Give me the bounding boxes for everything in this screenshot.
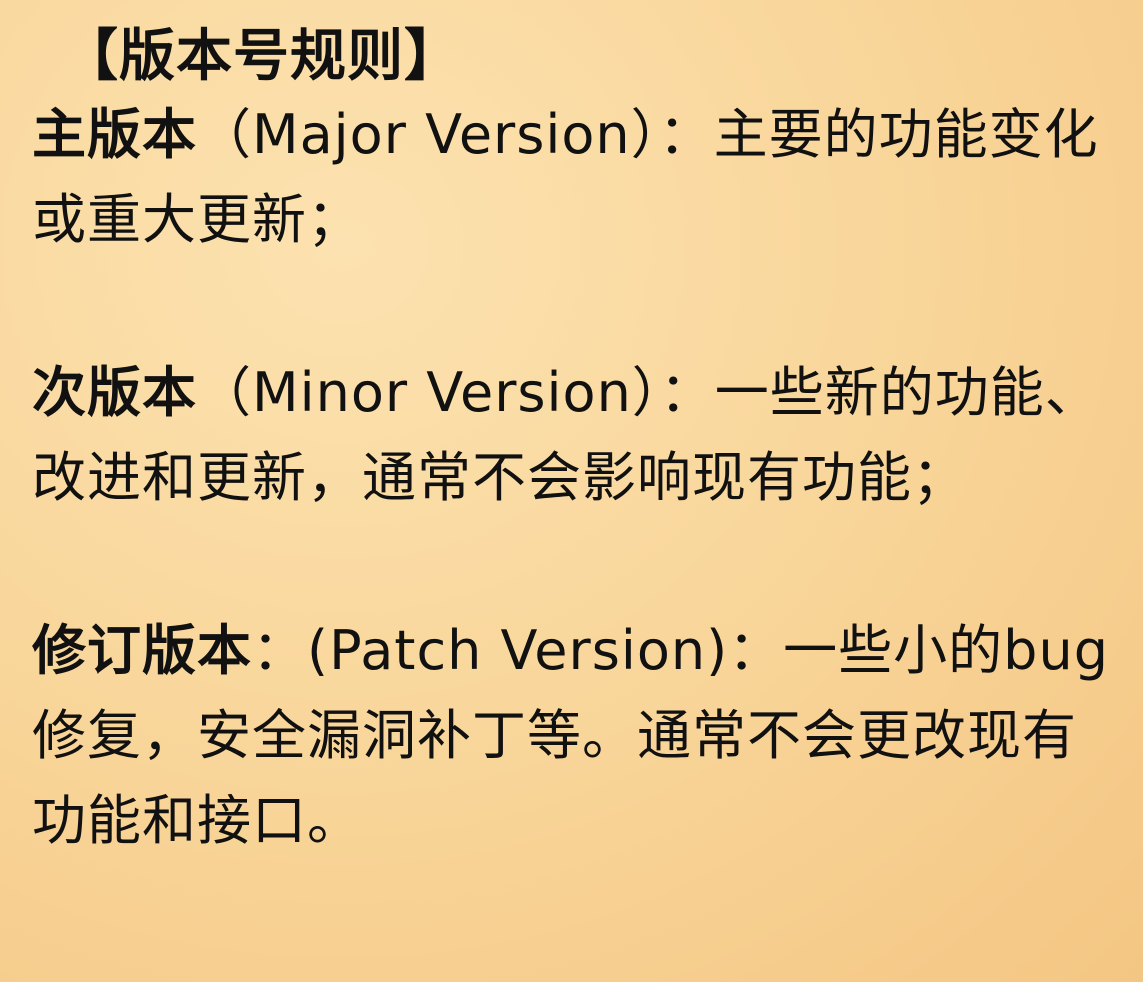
patch-version-heading: 修订版本 bbox=[32, 619, 252, 682]
slide: 【版本号规则】 主版本（Major Version）：主要的功能变化或重大更新；… bbox=[0, 0, 1143, 982]
minor-version-section: 次版本（Minor Version）：一些新的功能、改进和更新，通常不会影响现有… bbox=[32, 350, 1112, 520]
slide-title: 【版本号规则】 bbox=[62, 24, 461, 89]
minor-version-heading: 次版本 bbox=[32, 361, 197, 424]
major-version-section: 主版本（Major Version）：主要的功能变化或重大更新； bbox=[32, 92, 1112, 262]
major-version-heading: 主版本 bbox=[32, 103, 197, 166]
patch-version-section: 修订版本：(Patch Version)：一些小的bug修复，安全漏洞补丁等。通… bbox=[32, 608, 1112, 863]
